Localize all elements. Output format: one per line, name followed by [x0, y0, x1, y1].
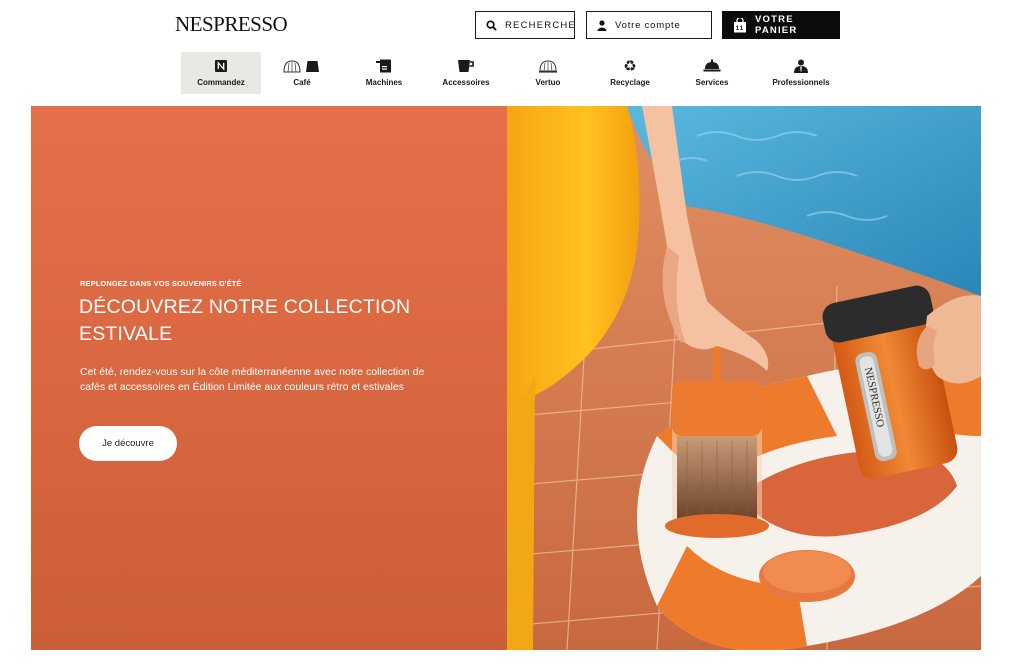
nav-item-vertuo[interactable]: Vertuo: [507, 52, 589, 94]
capsules-icon: [282, 59, 322, 73]
hero-image: NESPRESSO: [507, 106, 981, 650]
user-icon: [597, 19, 607, 31]
summer-collection-illustration: NESPRESSO: [507, 106, 981, 650]
nav-item-recyclage[interactable]: ♻ Recyclage: [589, 52, 671, 94]
professional-icon: [793, 59, 809, 73]
vertuo-capsule-icon: [538, 59, 558, 73]
account-label: Votre compte: [615, 19, 681, 31]
cup-icon: [457, 59, 475, 73]
hero-headline-line2: ESTIVALE: [79, 323, 173, 345]
nav-item-cafe[interactable]: Café: [261, 52, 343, 94]
cart-count: 11: [736, 26, 745, 32]
nespresso-n-icon: [215, 59, 227, 73]
hero-description-line2: cafés et accessoires en Édition Limitée …: [80, 381, 404, 393]
nav-item-machines[interactable]: Machines: [343, 52, 425, 94]
nav-label: Professionnels: [772, 78, 830, 87]
hero-eyebrow: REPLONGEZ DANS VOS SOUVENIRS D'ÉTÉ: [80, 279, 242, 288]
nav-label: Café: [293, 78, 311, 87]
search-button[interactable]: RECHERCHE: [475, 11, 575, 39]
search-icon: [486, 19, 497, 31]
nav-label: Services: [695, 78, 729, 87]
recycle-icon: ♻: [623, 57, 637, 75]
machine-icon: [375, 59, 393, 73]
hero-description: Cet été, rendez-vous sur la côte méditer…: [80, 365, 470, 395]
hero-description-line1: Cet été, rendez-vous sur la côte méditer…: [80, 366, 425, 378]
nav-item-accessoires[interactable]: Accessoires: [425, 52, 507, 94]
nav-item-services[interactable]: Services: [671, 52, 753, 94]
hero-headline-line1: DÉCOUVREZ NOTRE COLLECTION: [79, 296, 411, 318]
nav-label: Accessoires: [442, 78, 490, 87]
hero-headline: DÉCOUVREZ NOTRE COLLECTION ESTIVALE: [79, 294, 459, 348]
hero-text-panel: REPLONGEZ DANS VOS SOUVENIRS D'ÉTÉ DÉCOU…: [31, 106, 507, 650]
nav-item-professionnels[interactable]: Professionnels: [753, 52, 849, 94]
shopping-bag-icon: 11: [734, 17, 746, 32]
nav-label: Machines: [365, 78, 403, 87]
cart-button[interactable]: 11 VOTRE PANIER: [722, 11, 840, 39]
account-button[interactable]: Votre compte: [586, 11, 712, 39]
nav-label: Recyclage: [610, 78, 650, 87]
service-bell-icon: [703, 59, 721, 73]
cart-label: VOTRE PANIER: [755, 14, 798, 36]
nespresso-logo[interactable]: NESPRESSO: [175, 12, 288, 37]
nav-label: Commandez: [197, 78, 245, 87]
nav-item-commandez[interactable]: Commandez: [181, 52, 261, 94]
search-label: RECHERCHE: [505, 19, 576, 31]
main-navigation: Commandez Café Machines Accessoires Vert…: [181, 52, 849, 94]
nav-label: Vertuo: [535, 78, 561, 87]
discover-button[interactable]: Je découvre: [79, 426, 177, 461]
